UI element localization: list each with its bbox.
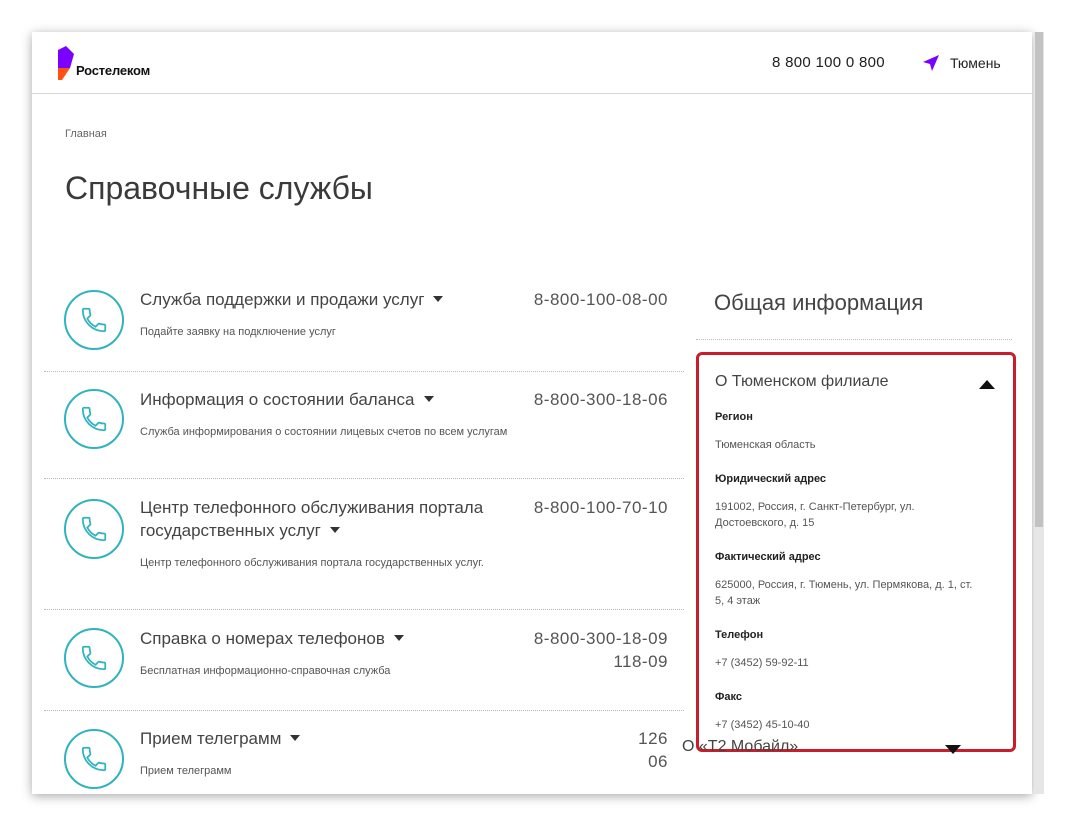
service-number[interactable]: 126 <box>638 727 668 750</box>
service-item[interactable]: Справка о номерах телефонов Бесплатная и… <box>44 610 684 711</box>
field-label: Регион <box>715 411 753 423</box>
branch-title[interactable]: О Тюменском филиале <box>715 373 889 391</box>
field-actual-address: Фактический адрес 625000, Россия, г. Тюм… <box>715 551 1000 629</box>
field-region: Регион Тюменская область <box>715 411 1000 473</box>
field-phone: Телефон +7 (3452) 59-92-11 <box>715 629 1000 691</box>
field-label: Телефон <box>715 629 764 641</box>
field-value: +7 (3452) 45-10-40 <box>715 719 810 731</box>
service-number[interactable]: 8-800-100-70-10 <box>534 496 668 519</box>
location-arrow-icon <box>923 55 939 71</box>
logo-text: Ростелеком <box>76 63 150 78</box>
scrollbar[interactable] <box>1034 32 1044 794</box>
rostelecom-logo-icon <box>58 46 74 80</box>
city-selector[interactable]: Тюмень <box>922 52 1001 74</box>
field-legal-address: Юридический адрес 191002, Россия, г. Сан… <box>715 473 1000 551</box>
service-title[interactable]: Служба поддержки и продажи услуг <box>140 290 424 309</box>
service-desc: Центр телефонного обслуживания портала г… <box>140 557 484 569</box>
info-heading: Общая информация <box>714 290 924 315</box>
divider <box>696 339 1012 340</box>
service-title[interactable]: Прием телеграмм <box>140 729 281 748</box>
scrollbar-thumb[interactable] <box>1035 32 1043 527</box>
field-value: 191002, Россия, г. Санкт-Петербург, ул. … <box>715 501 915 529</box>
accordion-t2-mobile[interactable]: О «Т2 Мобайл» <box>682 738 798 756</box>
field-fax: Факс +7 (3452) 45-10-40 <box>715 691 1000 731</box>
phone-handset-icon <box>64 628 124 688</box>
page-title: Справочные службы <box>65 170 373 206</box>
field-value: Тюменская область <box>715 439 816 451</box>
service-number[interactable]: 8-800-300-18-06 <box>534 388 668 411</box>
service-desc: Подайте заявку на подключение услуг <box>140 326 336 338</box>
chevron-up-icon[interactable] <box>979 380 995 389</box>
rostelecom-logo[interactable]: Ростелеком <box>56 46 166 82</box>
city-label: Тюмень <box>950 55 1001 71</box>
service-desc: Прием телеграмм <box>140 765 232 777</box>
field-label: Факс <box>715 691 742 703</box>
chevron-down-icon[interactable] <box>329 526 340 533</box>
chevron-down-icon[interactable] <box>433 295 444 302</box>
service-title[interactable]: Справка о номерах телефонов <box>140 629 385 648</box>
service-number-short[interactable]: 06 <box>638 750 668 773</box>
service-item[interactable]: Служба поддержки и продажи услуг Подайте… <box>44 278 684 372</box>
chevron-down-icon[interactable] <box>945 745 961 754</box>
chevron-down-icon[interactable] <box>290 734 301 741</box>
service-desc: Служба информирования о состоянии лицевы… <box>140 426 508 438</box>
site-header: Ростелеком 8 800 100 0 800 Тюмень <box>32 32 1032 94</box>
branch-fields: Регион Тюменская область Юридический адр… <box>715 411 1000 731</box>
service-desc: Бесплатная информационно-справочная служ… <box>140 665 391 677</box>
service-title[interactable]: Информация о состоянии баланса <box>140 390 415 409</box>
phone-handset-icon <box>64 729 124 789</box>
phone-handset-icon <box>64 389 124 449</box>
field-value[interactable]: +7 (3452) 59-92-11 <box>715 655 1000 671</box>
service-number[interactable]: 8-800-100-08-00 <box>534 288 668 311</box>
phone-handset-icon <box>64 290 124 350</box>
service-title[interactable]: Центр телефонного обслуживания портала г… <box>140 498 483 540</box>
service-number[interactable]: 8-800-300-18-09 <box>534 627 668 650</box>
service-number-short[interactable]: 118-09 <box>534 650 668 673</box>
service-item[interactable]: Центр телефонного обслуживания портала г… <box>44 479 684 610</box>
chevron-down-icon[interactable] <box>423 395 434 402</box>
services-list: Служба поддержки и продажи услуг Подайте… <box>44 278 684 794</box>
service-item[interactable]: Информация о состоянии баланса Служба ин… <box>44 372 684 479</box>
page: Ростелеком 8 800 100 0 800 Тюмень Главна… <box>32 32 1032 794</box>
field-label: Юридический адрес <box>715 473 827 485</box>
service-item[interactable]: Прием телеграмм Прием телеграмм 126 06 <box>44 711 684 794</box>
branch-info-panel: О Тюменском филиале Регион Тюменская обл… <box>696 352 1016 752</box>
field-label: Фактический адрес <box>715 551 821 563</box>
breadcrumb[interactable]: Главная <box>65 128 107 140</box>
chevron-down-icon[interactable] <box>393 634 404 641</box>
field-value: 625000, Россия, г. Тюмень, ул. Пермякова… <box>715 579 973 607</box>
phone-handset-icon <box>64 499 124 559</box>
header-phone[interactable]: 8 800 100 0 800 <box>772 54 885 71</box>
